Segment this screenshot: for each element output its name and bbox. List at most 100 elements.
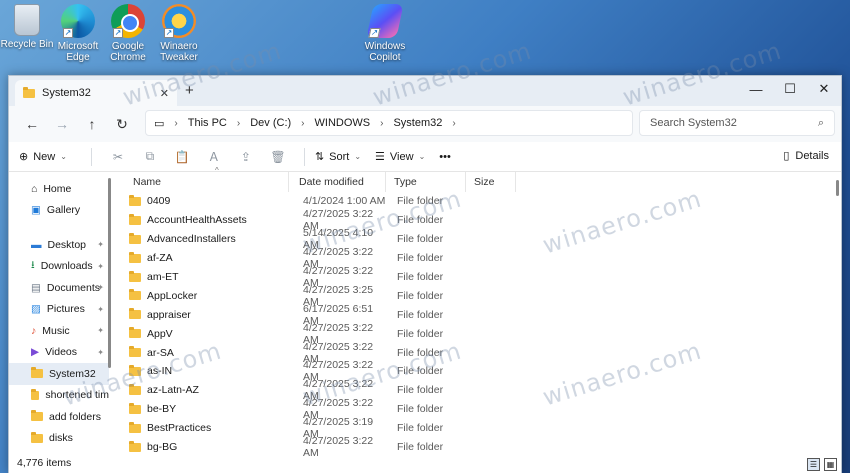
refresh-icon[interactable]: ↻	[107, 116, 137, 133]
sidebar-item-add-folders[interactable]: add folders	[9, 406, 109, 428]
column-header-name[interactable]: Name	[113, 172, 289, 192]
file-rows: 0409 4/1/2024 1:00 AM File folder AccountHe…	[113, 192, 841, 459]
sort-label: Sort	[329, 150, 350, 163]
pin-icon[interactable]: ✦	[97, 305, 104, 314]
folder-icon	[129, 364, 141, 376]
pin-icon[interactable]: ✦	[97, 262, 104, 271]
chrome-icon: ↗	[111, 4, 145, 38]
details-button[interactable]: ▯ Details	[783, 149, 829, 163]
desktop-icon-copilot[interactable]: ↗ Windows Copilot	[355, 4, 415, 63]
details-view-icon[interactable]: ☰	[807, 458, 820, 471]
table-row[interactable]: as-IN 4/27/2025 3:22 AM File folder	[113, 359, 841, 383]
table-row[interactable]: ar-SA 4/27/2025 3:22 AM File folder	[113, 341, 841, 365]
tab-system32[interactable]: System32 ✕	[15, 80, 177, 106]
column-header-date-modified[interactable]: Date modified	[289, 172, 386, 192]
sidebar-item-gallery[interactable]: ▣ Gallery	[9, 200, 109, 222]
up-arrow-icon[interactable]: ↑	[77, 116, 107, 132]
breadcrumb-windows[interactable]: WINDOWS	[315, 117, 371, 129]
file-name: BestPractices	[147, 422, 212, 435]
sidebar-item-home[interactable]: ⌂ Home	[9, 178, 109, 200]
share-icon[interactable]: ⇪	[238, 150, 254, 164]
recycle-bin-icon	[14, 4, 40, 36]
close-button[interactable]: ✕	[807, 76, 841, 102]
column-header-size[interactable]: Size	[466, 172, 516, 192]
table-row[interactable]: AccountHealthAssets 4/27/2025 3:22 AM File…	[113, 208, 841, 232]
folder-icon	[129, 251, 141, 263]
folder-icon	[129, 440, 141, 452]
sidebar-item-system32[interactable]: System32	[9, 363, 109, 385]
sidebar-item-music[interactable]: ♪ Music ✦	[9, 320, 109, 342]
rename-icon[interactable]: Ａ	[206, 148, 222, 165]
file-type: File folder	[397, 384, 444, 397]
new-label: New	[33, 150, 56, 163]
title-bar: System32 ✕ + — ☐ ✕	[9, 76, 841, 106]
more-options-button[interactable]: •••	[439, 151, 451, 163]
table-row[interactable]: BestPractices 4/27/2025 3:19 AM File folde…	[113, 416, 841, 440]
table-row[interactable]: am-ET 4/27/2025 3:22 AM File folder	[113, 265, 841, 289]
search-icon: ⌕	[817, 116, 824, 129]
table-row[interactable]: af-ZA 4/27/2025 3:22 AM File folder	[113, 246, 841, 270]
back-arrow-icon[interactable]: ←	[17, 116, 47, 132]
downloads-icon: ⭳	[31, 259, 35, 272]
sort-button[interactable]: ⇅ Sort ⌄	[315, 150, 361, 164]
table-row[interactable]: AppLocker 4/27/2025 3:25 AM File folder	[113, 284, 841, 308]
breadcrumb-system32[interactable]: System32	[393, 117, 442, 129]
address-bar[interactable]: ▭ › This PC › Dev (C:) › WINDOWS › Syste…	[145, 110, 633, 136]
view-button[interactable]: ☰ View ⌄	[375, 150, 425, 164]
documents-icon: ▤	[31, 281, 41, 294]
file-name: az-Latn-AZ	[147, 384, 199, 397]
sidebar-item-shortened-tim[interactable]: shortened tim	[9, 385, 109, 407]
table-row[interactable]: AdvancedInstallers 5/14/2025 4:10 AM File …	[113, 227, 841, 251]
breadcrumb-this-pc[interactable]: This PC	[188, 117, 227, 129]
sidebar-item-label: Music	[42, 324, 70, 337]
table-row[interactable]: AppV 4/27/2025 3:22 AM File folder	[113, 322, 841, 346]
file-type: File folder	[397, 403, 444, 416]
delete-icon[interactable]: 🗑	[270, 150, 286, 164]
file-list-scrollbar[interactable]	[836, 180, 839, 196]
paste-icon[interactable]: 📋	[174, 150, 190, 164]
new-tab-button[interactable]: +	[185, 82, 194, 99]
minimize-button[interactable]: —	[739, 76, 773, 102]
copy-icon[interactable]: ⧉	[142, 149, 158, 164]
new-button[interactable]: ⊕ New ⌄	[19, 150, 67, 164]
chevron-right-icon: ›	[452, 117, 456, 129]
copilot-icon: ↗	[366, 4, 404, 38]
tab-close-icon[interactable]: ✕	[160, 87, 169, 100]
table-row[interactable]: appraiser 6/17/2025 6:51 AM File folder	[113, 303, 841, 327]
gallery-icon: ▣	[31, 204, 41, 217]
breadcrumb-dev-c[interactable]: Dev (C:)	[250, 117, 291, 129]
sidebar-scrollbar[interactable]	[108, 178, 111, 368]
table-row[interactable]: 0409 4/1/2024 1:00 AM File folder	[113, 192, 841, 211]
maximize-button[interactable]: ☐	[773, 76, 807, 102]
search-input[interactable]: Search System32 ⌕	[639, 110, 835, 136]
pin-icon[interactable]: ✦	[97, 240, 104, 249]
sidebar-item-pictures[interactable]: ▨ Pictures ✦	[9, 299, 109, 321]
folder-icon	[129, 327, 141, 339]
sidebar-item-documents[interactable]: ▤ Documents ✦	[9, 277, 109, 299]
sidebar-item-label: Downloads	[40, 260, 93, 273]
file-name: bg-BG	[147, 441, 178, 454]
file-type: File folder	[397, 195, 444, 208]
tiles-view-icon[interactable]: ▦	[824, 458, 837, 471]
file-name: AppV	[147, 327, 173, 340]
pin-icon[interactable]: ✦	[97, 326, 104, 335]
file-name: am-ET	[147, 271, 179, 283]
cut-icon[interactable]: ✂	[110, 150, 126, 164]
table-row[interactable]: az-Latn-AZ 4/27/2025 3:22 AM File folder	[113, 378, 841, 402]
sidebar-item-disks[interactable]: disks	[9, 428, 109, 450]
folder-icon	[31, 431, 43, 443]
sidebar-item-label: System32	[49, 367, 96, 380]
column-header-type[interactable]: Type	[386, 172, 466, 192]
table-row[interactable]: be-BY 4/27/2025 3:22 AM File folder	[113, 397, 841, 421]
pin-icon[interactable]: ✦	[97, 348, 104, 357]
sidebar-item-videos[interactable]: ▶ Videos ✦	[9, 342, 109, 364]
file-type: File folder	[397, 422, 444, 435]
pin-icon[interactable]: ✦	[97, 283, 104, 292]
sidebar-item-downloads[interactable]: ⭳ Downloads ✦	[9, 256, 109, 278]
forward-arrow-icon[interactable]: →	[47, 116, 77, 132]
divider	[90, 147, 92, 166]
desktop-icon-winaero-tweaker[interactable]: ↗ Winaero Tweaker	[149, 4, 209, 63]
sidebar-item-desktop[interactable]: ▬ Desktop ✦	[9, 234, 109, 256]
divider	[303, 147, 305, 166]
folder-icon	[129, 308, 141, 320]
